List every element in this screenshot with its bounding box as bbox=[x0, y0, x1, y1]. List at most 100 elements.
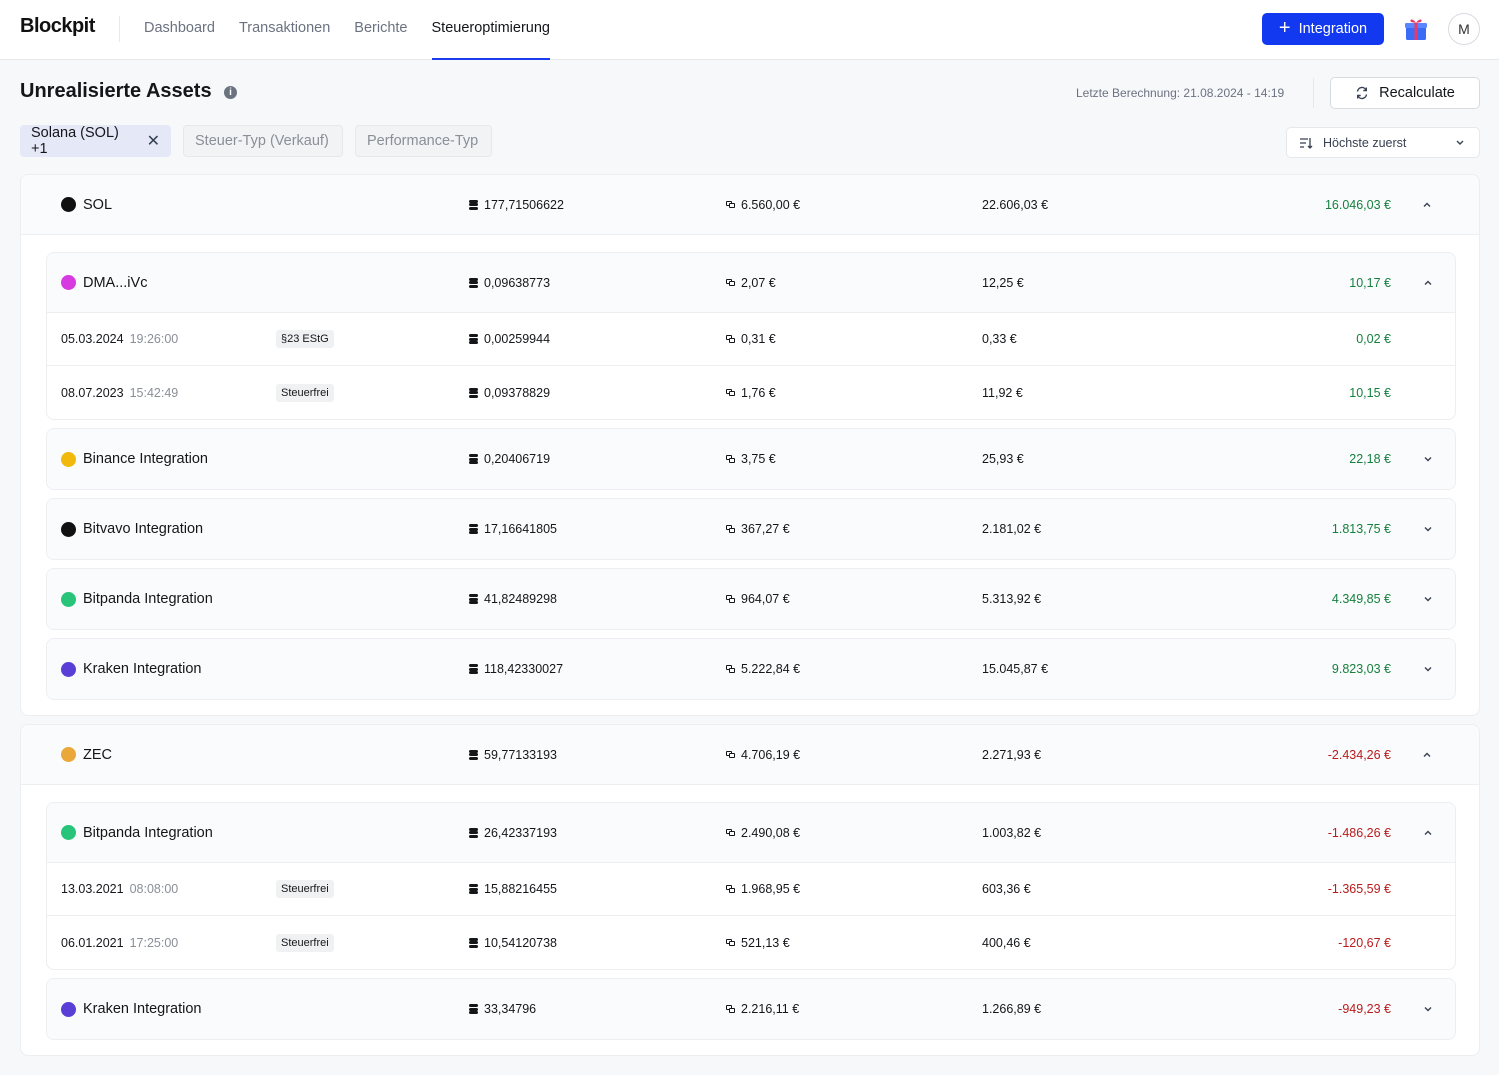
nav-dashboard[interactable]: Dashboard bbox=[144, 0, 215, 60]
integration-card: Bitpanda Integration 26,42337193 2.490,08 … bbox=[46, 802, 1456, 970]
sort-select[interactable]: Höchste zuerst bbox=[1286, 127, 1480, 158]
cost-basis-icon bbox=[726, 200, 736, 209]
expand-toggle[interactable] bbox=[1423, 253, 1433, 312]
coin-icon bbox=[61, 591, 76, 607]
tax-type-badge: Steuerfrei bbox=[276, 933, 334, 952]
tx-time: 15:42:49 bbox=[129, 385, 179, 400]
asset-filter-label: Solana (SOL) +1 bbox=[31, 125, 119, 157]
chevron-down-icon[interactable] bbox=[1423, 524, 1433, 534]
chevron-down-icon[interactable] bbox=[1423, 454, 1433, 464]
value-cell: 1.266,89 € bbox=[982, 979, 1041, 1039]
quantity-cell: 0,20406719 bbox=[469, 429, 550, 489]
chevron-up-icon[interactable] bbox=[1423, 828, 1433, 838]
performance-type-filter-chip[interactable]: Performance-Typ bbox=[355, 125, 492, 157]
cost-basis-icon bbox=[726, 595, 736, 603]
quantity-value: 0,09378829 bbox=[484, 385, 551, 400]
tax-type-filter-chip[interactable]: Steuer-Typ (Verkauf) bbox=[183, 125, 343, 157]
cost-basis-icon bbox=[726, 278, 736, 287]
expand-toggle[interactable] bbox=[1423, 979, 1433, 1039]
expand-toggle[interactable] bbox=[1423, 639, 1433, 699]
add-integration-button[interactable]: + Integration bbox=[1262, 13, 1384, 45]
coins-icon bbox=[469, 334, 478, 344]
chevron-down-icon[interactable] bbox=[1423, 594, 1433, 604]
chevron-up-icon[interactable] bbox=[1423, 278, 1433, 288]
integration-row[interactable]: Kraken Integration 118,42330027 5.222,84 €… bbox=[47, 639, 1455, 699]
nav-tax-optimization[interactable]: Steueroptimierung bbox=[431, 0, 550, 60]
sort-icon bbox=[1300, 137, 1313, 149]
info-icon[interactable]: i bbox=[224, 86, 237, 99]
expand-toggle[interactable] bbox=[1422, 725, 1432, 784]
quantity-cell: 17,16641805 bbox=[469, 499, 557, 559]
expand-toggle[interactable] bbox=[1423, 569, 1433, 629]
quantity-cell: 0,00259944 bbox=[469, 313, 550, 365]
expand-toggle[interactable] bbox=[1422, 175, 1432, 234]
chevron-up-icon[interactable] bbox=[1422, 200, 1432, 210]
tax-tag-cell: Steuerfrei bbox=[276, 366, 334, 419]
asset-group: SOL 177,71506622 6.560,00 € 22.606,03 € 16.0… bbox=[20, 174, 1480, 716]
asset-name-label: Kraken Integration bbox=[83, 661, 202, 677]
transaction-row[interactable]: 08.07.2023 15:42:49 Steuerfrei 0,09378829 1,… bbox=[47, 366, 1455, 419]
cost-value: 6.560,00 € bbox=[741, 197, 801, 212]
cost-cell: 521,13 € bbox=[726, 916, 790, 969]
cost-cell: 1.968,95 € bbox=[726, 863, 800, 915]
asset-row[interactable]: ZEC 59,77133193 4.706,19 € 2.271,93 € -2.434… bbox=[21, 725, 1479, 785]
brand-logo[interactable]: Blockpit bbox=[20, 15, 95, 38]
tax-tag-cell: Steuerfrei bbox=[276, 863, 334, 915]
integration-row[interactable]: Bitpanda Integration 41,82489298 964,07 € 5… bbox=[47, 569, 1455, 629]
cost-value: 2.490,08 € bbox=[741, 825, 801, 840]
coins-icon bbox=[469, 387, 478, 398]
cost-cell: 6.560,00 € bbox=[726, 175, 800, 234]
coin-icon bbox=[61, 197, 76, 212]
user-avatar[interactable]: M bbox=[1448, 13, 1480, 45]
asset-group: ZEC 59,77133193 4.706,19 € 2.271,93 € -2.434… bbox=[20, 724, 1480, 1056]
nav-reports[interactable]: Berichte bbox=[354, 0, 407, 60]
cost-basis-icon bbox=[726, 885, 736, 893]
asset-name: ZEC bbox=[61, 725, 112, 784]
transaction-row[interactable]: 06.01.2021 17:25:00 Steuerfrei 10,54120738 5… bbox=[47, 916, 1455, 969]
unrealized-gain: 0,02 € bbox=[1356, 332, 1391, 346]
value-cell: 5.313,92 € bbox=[982, 569, 1041, 629]
expand-toggle[interactable] bbox=[1423, 429, 1433, 489]
unrealized-gain: 10,17 € bbox=[1349, 275, 1391, 290]
asset-name-label: Bitvavo Integration bbox=[83, 521, 204, 537]
cost-cell: 5.222,84 € bbox=[726, 639, 800, 699]
cost-value: 1.968,95 € bbox=[741, 882, 801, 896]
tx-time: 08:08:00 bbox=[129, 882, 179, 896]
asset-name-label: Binance Integration bbox=[83, 451, 208, 467]
unrealized-gain: -1.365,59 € bbox=[1327, 882, 1391, 896]
asset-row[interactable]: SOL 177,71506622 6.560,00 € 22.606,03 € 16.0… bbox=[21, 175, 1479, 235]
cost-value: 5.222,84 € bbox=[741, 662, 801, 676]
transaction-row[interactable]: 05.03.2024 19:26:00 §23 EStG 0,00259944 0,31… bbox=[47, 313, 1455, 366]
value-cell: 400,46 € bbox=[982, 916, 1031, 969]
tx-datetime: 06.01.2021 17:25:00 bbox=[61, 916, 178, 969]
chevron-up-icon[interactable] bbox=[1422, 750, 1432, 760]
cost-cell: 4.706,19 € bbox=[726, 725, 800, 784]
coins-icon bbox=[469, 937, 478, 948]
recalculate-button[interactable]: Recalculate bbox=[1330, 77, 1480, 109]
asset-name: Bitpanda Integration bbox=[61, 569, 213, 629]
integration-row[interactable]: Kraken Integration 33,34796 2.216,11 € 1.26… bbox=[47, 979, 1455, 1039]
integration-row[interactable]: Bitvavo Integration 17,16641805 367,27 € 2.… bbox=[47, 499, 1455, 559]
integration-row[interactable]: Bitpanda Integration 26,42337193 2.490,08 … bbox=[47, 803, 1455, 863]
unrealized-gain: -2.434,26 € bbox=[1327, 747, 1391, 762]
coin-icon bbox=[61, 1001, 76, 1017]
expand-toggle[interactable] bbox=[1423, 499, 1433, 559]
cost-basis-icon bbox=[726, 750, 736, 759]
transaction-row[interactable]: 13.03.2021 08:08:00 Steuerfrei 15,88216455 1… bbox=[47, 863, 1455, 916]
asset-name: Bitpanda Integration bbox=[61, 803, 213, 862]
quantity-value: 177,71506622 bbox=[484, 197, 564, 212]
expand-toggle[interactable] bbox=[1423, 803, 1433, 862]
chevron-down-icon[interactable] bbox=[1423, 664, 1433, 674]
chevron-down-icon[interactable] bbox=[1423, 1004, 1433, 1014]
tx-date: 06.01.2021 bbox=[61, 935, 124, 950]
close-icon[interactable]: ✕ bbox=[147, 131, 160, 151]
asset-name-label: DMA...iVc bbox=[83, 274, 148, 291]
nav-transactions[interactable]: Transaktionen bbox=[239, 0, 330, 60]
unrealized-gain: -120,67 € bbox=[1338, 935, 1391, 950]
gift-icon[interactable] bbox=[1403, 16, 1429, 42]
integration-row[interactable]: DMA...iVc 0,09638773 2,07 € 12,25 € 10,17 € bbox=[47, 253, 1455, 313]
market-value: 2.271,93 € bbox=[982, 747, 1042, 762]
tx-datetime: 05.03.2024 19:26:00 bbox=[61, 313, 178, 365]
integration-row[interactable]: Binance Integration 0,20406719 3,75 € 25,93… bbox=[47, 429, 1455, 489]
asset-filter-chip[interactable]: Solana (SOL) +1 ✕ bbox=[20, 125, 171, 157]
